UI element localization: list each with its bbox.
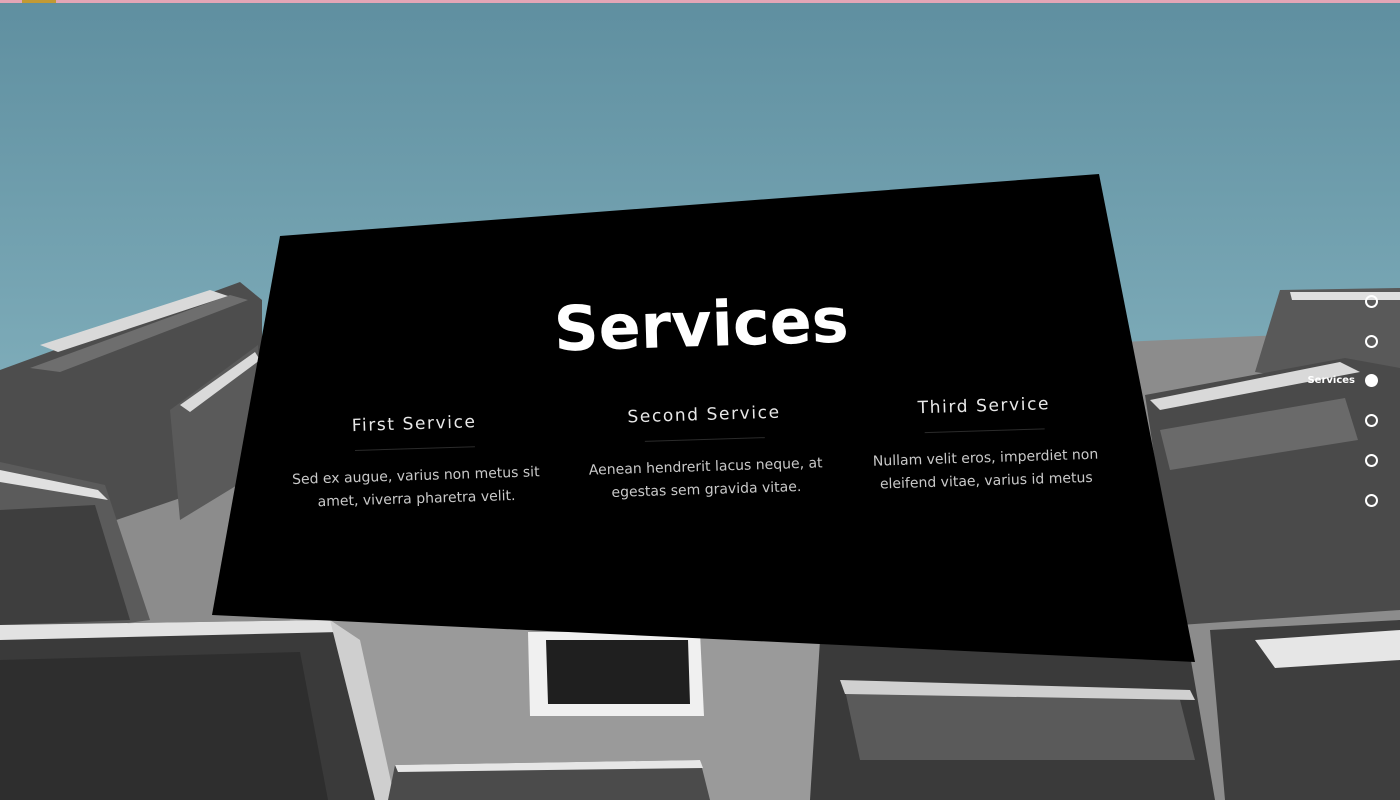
service-title: Third Service — [917, 394, 1051, 419]
service-item: First Service Sed ex augue, varius non m… — [284, 408, 547, 515]
circle-icon — [1365, 294, 1378, 308]
section-dot-nav: Services — [1258, 290, 1378, 520]
service-description: Aenean hendrerit lacus neque, at egestas… — [588, 455, 823, 501]
dot-nav-item[interactable] — [1355, 411, 1378, 429]
circle-icon — [1365, 453, 1378, 467]
circle-icon — [1365, 373, 1378, 387]
circle-icon — [1365, 493, 1378, 507]
page: Services First Service Sed ex augue, var… — [0, 0, 1400, 800]
services-list: First Service Sed ex augue, varius non m… — [264, 389, 1149, 577]
service-item: Second Service Aenean hendrerit lacus ne… — [574, 399, 837, 506]
services-card: Services First Service Sed ex augue, var… — [260, 271, 1150, 618]
dot-nav-item-services[interactable]: Services — [1307, 371, 1378, 389]
service-description: Sed ex augue, varius non metus sit amet,… — [291, 464, 540, 511]
service-divider — [924, 428, 1045, 434]
dot-nav-item[interactable] — [1355, 332, 1378, 350]
dot-nav-item[interactable] — [1355, 292, 1378, 310]
service-title: First Service — [351, 412, 477, 437]
service-item: Third Service Nullam velit eros, imperdi… — [854, 390, 1117, 497]
service-title: Second Service — [627, 402, 781, 428]
dot-nav-item[interactable] — [1355, 491, 1378, 509]
circle-icon — [1365, 334, 1378, 348]
service-divider — [644, 437, 765, 442]
dot-nav-item[interactable] — [1355, 451, 1378, 469]
circle-icon — [1365, 413, 1378, 427]
service-description: Nullam velit eros, imperdiet non eleifen… — [872, 446, 1099, 493]
service-divider — [354, 446, 475, 451]
dot-nav-label: Services — [1307, 374, 1355, 386]
